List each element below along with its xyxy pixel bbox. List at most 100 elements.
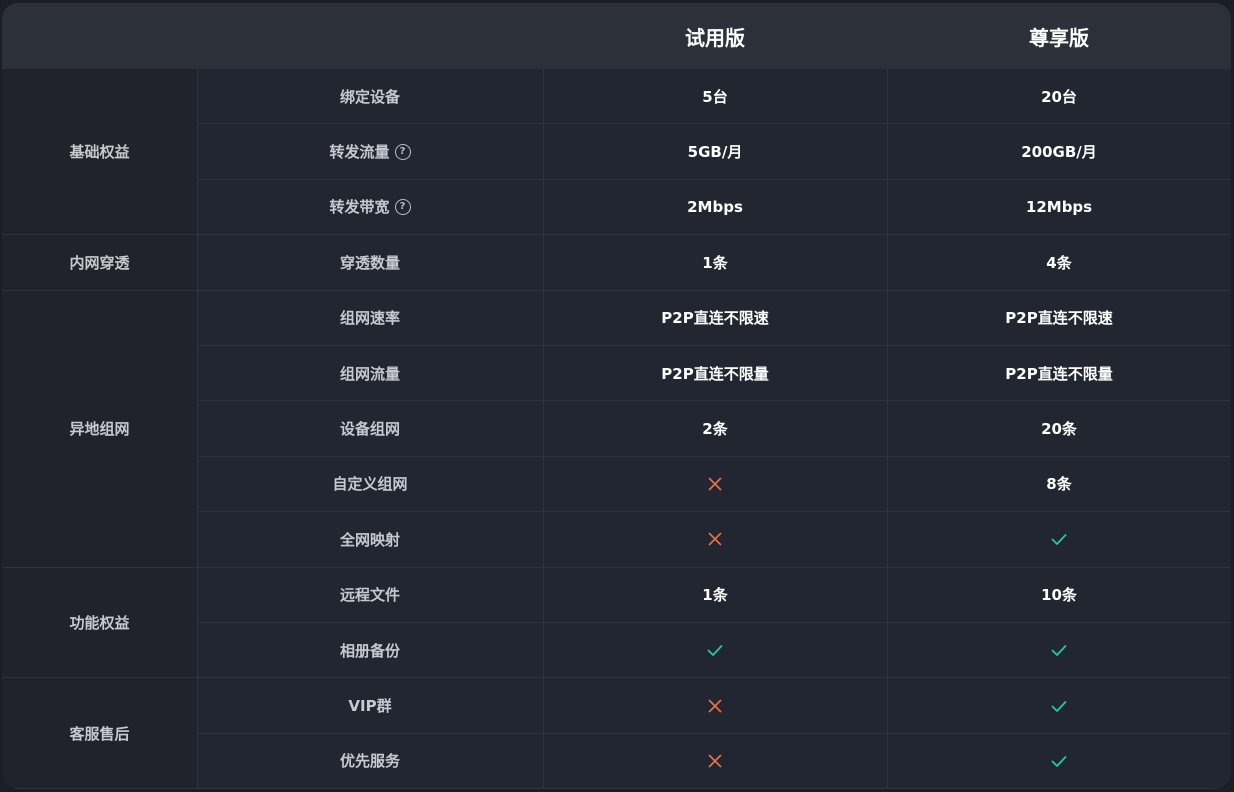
category-cell: 功能权益 [2, 567, 197, 679]
trial-value: 1条 [702, 586, 728, 605]
trial-value-cell [543, 623, 887, 677]
premium-value: 12Mbps [1025, 197, 1093, 216]
check-icon [1050, 697, 1068, 715]
premium-value-cell [887, 512, 1231, 566]
feature-label: 远程文件 [339, 586, 400, 605]
premium-plan-header: 尊享版 [1029, 25, 1089, 50]
premium-value-cell [887, 623, 1231, 677]
premium-value-cell [887, 734, 1231, 788]
trial-value-cell: 1条 [543, 235, 887, 289]
table-row: 组网速率 P2P直连不限速 P2P直连不限速 [197, 290, 1231, 346]
feature-cell: 自定义组网 [197, 457, 543, 511]
trial-value-cell: 5台 [543, 69, 887, 123]
premium-value: P2P直连不限量 [1005, 364, 1113, 383]
feature-cell: 相册备份 [197, 623, 543, 677]
premium-value-cell: 10条 [887, 568, 1231, 622]
table-row: 组网流量 P2P直连不限量 P2P直连不限量 [197, 346, 1231, 402]
table-row: 转发带宽? 2Mbps 12Mbps [197, 179, 1231, 236]
trial-value: P2P直连不限速 [661, 309, 769, 328]
trial-value: 2Mbps [687, 197, 743, 216]
trial-value-cell [543, 512, 887, 566]
table-row: 远程文件 1条 10条 [197, 567, 1231, 623]
feature-label: VIP群 [348, 697, 392, 716]
premium-value-cell: 200GB/月 [887, 124, 1231, 178]
trial-value: 5台 [702, 87, 728, 106]
table-row: 设备组网 2条 20条 [197, 401, 1231, 457]
feature-label: 组网流量 [339, 364, 400, 383]
table-row: 优先服务 [197, 733, 1231, 789]
trial-value-cell: 2Mbps [543, 180, 887, 234]
table-row: 转发流量? 5GB/月 200GB/月 [197, 124, 1231, 180]
feature-cell: 优先服务 [197, 734, 543, 788]
feature-label: 组网速率 [339, 309, 400, 328]
premium-value: 20台 [1041, 87, 1077, 106]
help-icon[interactable]: ? [394, 198, 411, 215]
premium-value: 8条 [1046, 475, 1072, 494]
trial-value-cell [543, 457, 887, 511]
premium-value: 10条 [1041, 586, 1077, 605]
check-icon [706, 641, 724, 659]
table-row: 相册备份 [197, 623, 1231, 679]
premium-value-cell: 20台 [887, 69, 1231, 123]
feature-cell: 转发带宽? [197, 180, 543, 234]
trial-plan-header: 试用版 [685, 25, 745, 50]
trial-value-cell [543, 678, 887, 732]
trial-value: 2条 [702, 420, 728, 439]
table-row: 穿透数量 1条 4条 [197, 235, 1231, 291]
premium-value-cell: 4条 [887, 235, 1231, 289]
trial-value-cell: 5GB/月 [543, 124, 887, 178]
feature-label: 优先服务 [339, 752, 400, 771]
premium-value-cell: 12Mbps [887, 180, 1231, 234]
feature-label: 转发流量 [329, 143, 390, 162]
trial-value: 5GB/月 [687, 143, 743, 162]
check-icon [1050, 641, 1068, 659]
table-header: 试用版 尊享版 [2, 3, 1231, 69]
category-cell: 异地组网 [2, 290, 197, 568]
table-row: VIP群 [197, 678, 1231, 734]
feature-label: 绑定设备 [339, 87, 400, 106]
column-divider [197, 69, 198, 789]
table-row: 绑定设备 5台 20台 [197, 69, 1231, 125]
premium-value: 200GB/月 [1021, 143, 1097, 162]
premium-value: 4条 [1046, 253, 1072, 272]
feature-cell: 转发流量? [197, 124, 543, 178]
trial-value-cell: P2P直连不限量 [543, 346, 887, 400]
table-row: 全网映射 [197, 512, 1231, 568]
category-cell: 内网穿透 [2, 235, 197, 291]
cross-icon [706, 475, 724, 493]
feature-cell: 设备组网 [197, 401, 543, 455]
feature-cell: 穿透数量 [197, 235, 543, 289]
comparison-card: 试用版 尊享版 基础权益 内网穿透 异地组网 功能权益 客服售后 绑定设备 5台 20台转发流… [2, 3, 1231, 789]
trial-value-cell: 1条 [543, 568, 887, 622]
column-divider [543, 69, 544, 789]
check-icon [1050, 530, 1068, 548]
feature-label: 穿透数量 [339, 253, 400, 272]
feature-label: 全网映射 [339, 530, 400, 549]
trial-value-cell: P2P直连不限速 [543, 291, 887, 345]
cross-icon [706, 697, 724, 715]
feature-cell: 远程文件 [197, 568, 543, 622]
feature-cell: 组网速率 [197, 291, 543, 345]
category-cell: 基础权益 [2, 69, 197, 236]
premium-value-cell [887, 678, 1231, 732]
table-row: 自定义组网 8条 [197, 456, 1231, 513]
feature-label: 设备组网 [339, 420, 400, 439]
column-divider [887, 69, 888, 789]
help-icon[interactable]: ? [394, 143, 411, 160]
cross-icon [706, 530, 724, 548]
feature-cell: VIP群 [197, 678, 543, 732]
trial-value: P2P直连不限量 [661, 364, 769, 383]
feature-cell: 绑定设备 [197, 69, 543, 123]
feature-label: 相册备份 [339, 641, 400, 660]
premium-value-cell: 8条 [887, 457, 1231, 511]
feature-label: 转发带宽 [329, 198, 390, 217]
premium-value: P2P直连不限速 [1005, 309, 1113, 328]
premium-value-cell: P2P直连不限速 [887, 291, 1231, 345]
cross-icon [706, 752, 724, 770]
trial-value-cell [543, 734, 887, 788]
trial-value-cell: 2条 [543, 401, 887, 455]
premium-value: 20条 [1041, 420, 1077, 439]
category-cell: 客服售后 [2, 678, 197, 789]
premium-value-cell: 20条 [887, 401, 1231, 455]
feature-cell: 组网流量 [197, 346, 543, 400]
